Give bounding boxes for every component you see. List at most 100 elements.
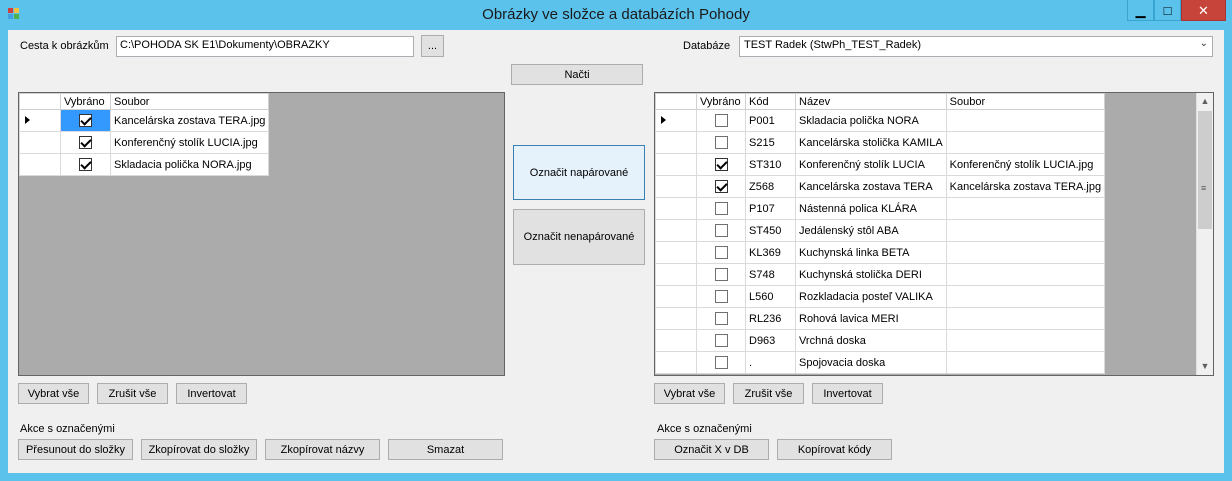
row-header[interactable] [655,131,697,154]
code-cell[interactable]: ST450 [745,219,796,242]
selected-cell[interactable] [696,351,746,374]
selected-cell[interactable] [696,241,746,264]
table-row[interactable]: Skladacia polička NORA.jpg [19,153,270,176]
table-row[interactable]: ST310 Konferenčný stolík LUCIA Konferenčný… [655,153,1106,176]
row-header[interactable] [655,241,697,264]
col-code-header[interactable]: Kód [745,93,796,110]
left-select-all-button[interactable]: Vybrat vše [18,383,89,404]
code-cell[interactable]: KL369 [745,241,796,264]
row-header[interactable] [655,219,697,242]
selected-cell[interactable] [696,175,746,198]
database-select[interactable]: TEST Radek (StwPh_TEST_Radek) ⌄ [739,36,1213,57]
name-cell[interactable]: Spojovacia doska [795,351,947,374]
name-cell[interactable]: Skladacia polička NORA [795,109,947,132]
scroll-down-icon[interactable]: ▼ [1197,358,1213,375]
code-cell[interactable]: S748 [745,263,796,286]
name-cell[interactable]: Rohová lavica MERI [795,307,947,330]
browse-button[interactable]: ... [421,35,444,57]
code-cell[interactable]: S215 [745,131,796,154]
name-cell[interactable]: Kuchynská stolička DERI [795,263,947,286]
checkbox[interactable] [79,114,92,127]
file-cell[interactable] [945,263,1106,286]
selected-cell[interactable] [696,285,746,308]
code-cell[interactable]: P107 [745,197,796,220]
name-cell[interactable]: Nástenná polica KLÁRA [795,197,947,220]
table-row[interactable]: RL236 Rohová lavica MERI [655,307,1106,330]
copy-codes-button[interactable]: Kopírovat kódy [777,439,892,460]
row-header[interactable] [655,109,697,132]
load-button[interactable]: Načti [511,64,643,85]
file-cell[interactable] [945,329,1106,352]
name-cell[interactable]: Kuchynská linka BETA [795,241,947,264]
move-to-folder-button[interactable]: Přesunout do složky [18,439,133,460]
checkbox[interactable] [714,268,728,281]
table-row[interactable]: Konferenčný stolík LUCIA.jpg [19,131,270,154]
left-invert-button[interactable]: Invertovat [176,383,247,404]
row-header[interactable] [655,285,697,308]
name-cell[interactable]: Kancelárska zostava TERA [795,175,947,198]
close-button[interactable]: ✕ [1181,0,1226,21]
selected-cell[interactable] [60,109,111,132]
file-cell[interactable]: Konferenčný stolík LUCIA.jpg [109,131,270,154]
col-name-header[interactable]: Název [795,93,947,110]
checkbox[interactable] [714,312,728,325]
checkbox[interactable] [714,334,728,347]
code-cell[interactable]: . [745,351,796,374]
right-invert-button[interactable]: Invertovat [812,383,883,404]
scroll-up-icon[interactable]: ▲ [1197,93,1213,110]
file-cell[interactable]: Kancelárska zostava TERA.jpg [109,109,270,132]
checkbox[interactable] [714,356,728,369]
right-select-all-button[interactable]: Vybrat vše [654,383,725,404]
file-cell[interactable] [945,351,1106,374]
checkbox[interactable] [714,202,728,215]
mark-x-in-db-button[interactable]: Označit X v DB [654,439,769,460]
file-cell[interactable]: Skladacia polička NORA.jpg [109,153,270,176]
files-grid[interactable]: Vybráno Soubor Kancelárska zostava TERA.… [18,92,505,376]
row-header[interactable] [19,109,61,132]
table-row[interactable]: P001 Skladacia polička NORA [655,109,1106,132]
checkbox[interactable] [79,136,92,149]
minimize-button[interactable]: ▁ [1127,0,1154,21]
code-cell[interactable]: P001 [745,109,796,132]
row-header[interactable] [19,153,61,176]
selected-cell[interactable] [696,197,746,220]
path-input[interactable]: C:\POHODA SK E1\Dokumenty\OBRAZKY [116,36,414,57]
delete-button[interactable]: Smazat [388,439,503,460]
selected-cell[interactable] [696,109,746,132]
col-selected-header[interactable]: Vybráno [696,93,746,110]
table-row[interactable]: Kancelárska zostava TERA.jpg [19,109,270,132]
code-cell[interactable]: ST310 [745,153,796,176]
file-cell[interactable] [945,307,1106,330]
code-cell[interactable]: L560 [745,285,796,308]
row-header[interactable] [655,175,697,198]
row-header[interactable] [655,197,697,220]
table-row[interactable]: D963 Vrchná doska [655,329,1106,352]
table-row[interactable]: P107 Nástenná polica KLÁRA [655,197,1106,220]
checkbox[interactable] [714,246,728,259]
table-row[interactable]: L560 Rozkladacia posteľ VALIKA [655,285,1106,308]
selected-cell[interactable] [60,131,111,154]
table-row[interactable]: . Spojovacia doska [655,351,1106,374]
copy-names-button[interactable]: Zkopírovat názvy [265,439,380,460]
right-clear-all-button[interactable]: Zrušit vše [733,383,804,404]
row-header[interactable] [655,153,697,176]
products-grid[interactable]: Vybráno Kód Název Soubor P001 Skladacia p… [654,92,1214,376]
selected-cell[interactable] [696,329,746,352]
mark-paired-button[interactable]: Označit napárované [513,145,645,200]
file-cell[interactable] [945,109,1106,132]
col-file-header[interactable]: Soubor [109,93,270,110]
left-clear-all-button[interactable]: Zrušit vše [97,383,168,404]
code-cell[interactable]: Z568 [745,175,796,198]
name-cell[interactable]: Vrchná doska [795,329,947,352]
table-row[interactable]: S748 Kuchynská stolička DERI [655,263,1106,286]
file-cell[interactable] [945,131,1106,154]
checkbox[interactable] [714,224,728,237]
vertical-scrollbar[interactable]: ▲ ≡ ▼ [1196,93,1213,375]
checkbox[interactable] [79,158,92,171]
selected-cell[interactable] [696,153,746,176]
maximize-button[interactable]: □ [1154,0,1181,21]
file-cell[interactable]: Kancelárska zostava TERA.jpg [945,175,1106,198]
code-cell[interactable]: RL236 [745,307,796,330]
file-cell[interactable] [945,241,1106,264]
name-cell[interactable]: Jedálenský stôl ABA [795,219,947,242]
